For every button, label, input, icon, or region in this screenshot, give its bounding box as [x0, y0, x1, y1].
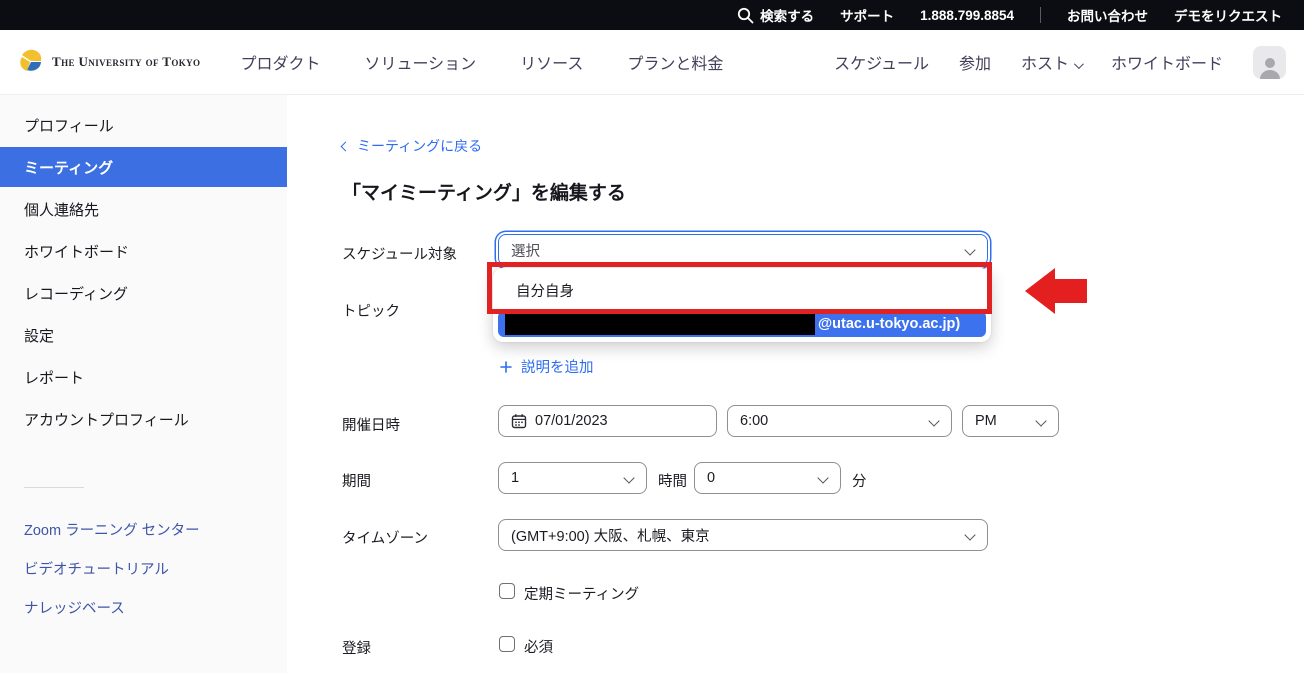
nav-link-resources[interactable]: リソース	[520, 50, 583, 74]
ampm-select[interactable]: PM	[962, 405, 1059, 437]
ampm-value: PM	[975, 413, 997, 429]
person-icon	[1257, 55, 1283, 79]
time-value: 6:00	[740, 413, 768, 429]
registration-label: 登録	[342, 637, 371, 658]
logo-text: The University of Tokyo	[52, 54, 200, 70]
sidebar-link-video-tutorials[interactable]: ビデオチュートリアル	[0, 549, 287, 588]
duration-minutes-select[interactable]: 0	[694, 462, 841, 494]
request-demo-link[interactable]: デモをリクエスト	[1174, 5, 1282, 25]
university-of-tokyo-logo[interactable]: The University of Tokyo	[18, 49, 200, 76]
schedule-for-select[interactable]: 選択	[498, 234, 988, 266]
schedule-for-dropdown-panel: 自分自身 @utac.u-tokyo.ac.jp)	[493, 268, 991, 342]
nav-link-products[interactable]: プロダクト	[240, 50, 320, 74]
sidebar-menu: プロフィール ミーティング 個人連絡先 ホワイトボード レコーディング 設定 レ…	[0, 95, 287, 439]
date-input[interactable]: 07/01/2023	[498, 405, 717, 437]
dropdown-option-email[interactable]: @utac.u-tokyo.ac.jp)	[498, 311, 986, 337]
search-button[interactable]: 検索する	[737, 5, 814, 25]
nav-link-plans[interactable]: プランと料金	[627, 50, 723, 74]
hours-unit-label: 時間	[658, 470, 687, 491]
chevron-down-icon	[817, 472, 828, 483]
main-navbar: The University of Tokyo プロダクト ソリューション リソ…	[0, 30, 1304, 95]
whiteboard-link[interactable]: ホワイトボード	[1111, 50, 1223, 74]
chevron-left-icon	[341, 141, 351, 151]
nav-actions: スケジュール 参加 ホスト ホワイトボード	[834, 46, 1286, 79]
redacted-email	[505, 314, 815, 335]
chevron-down-icon	[623, 472, 634, 483]
chevron-down-icon	[964, 244, 975, 255]
sidebar-item-contacts[interactable]: 個人連絡先	[0, 189, 287, 229]
annotation-red-arrow-icon	[1025, 268, 1087, 314]
dropdown-option-self[interactable]: 自分自身	[493, 270, 991, 310]
registration-required-label: 必須	[524, 636, 553, 657]
topic-label: トピック	[342, 300, 400, 321]
recurring-meeting-label: 定期ミーティング	[524, 583, 639, 604]
duration-hours-select[interactable]: 1	[498, 462, 647, 494]
phone-number[interactable]: 1.888.799.8854	[920, 8, 1014, 23]
user-avatar[interactable]	[1253, 46, 1286, 79]
contact-link[interactable]: お問い合わせ	[1067, 5, 1148, 25]
calendar-icon	[511, 413, 527, 429]
sidebar-item-settings[interactable]: 設定	[0, 315, 287, 355]
chevron-down-icon	[928, 415, 939, 426]
date-value: 07/01/2023	[535, 413, 608, 429]
topbar-divider	[1040, 7, 1041, 23]
sidebar-divider	[24, 487, 84, 488]
nav-link-solutions[interactable]: ソリューション	[364, 50, 476, 74]
email-suffix: @utac.u-tokyo.ac.jp)	[818, 316, 960, 332]
support-link[interactable]: サポート	[840, 5, 894, 25]
schedule-for-placeholder: 選択	[511, 240, 540, 261]
search-icon	[737, 7, 754, 24]
timezone-select[interactable]: (GMT+9:00) 大阪、札幌、東京	[498, 519, 988, 551]
add-description-link[interactable]: 説明を追加	[500, 356, 594, 377]
when-label: 開催日時	[342, 414, 400, 435]
back-link-label: ミーティングに戻る	[357, 136, 482, 156]
sidebar-link-knowledge-base[interactable]: ナレッジベース	[0, 588, 287, 627]
page-title: 「マイミーティング」を編集する	[342, 178, 626, 205]
sidebar-item-whiteboard[interactable]: ホワイトボード	[0, 231, 287, 271]
minutes-unit-label: 分	[852, 470, 867, 491]
recurring-meeting-checkbox[interactable]	[499, 583, 515, 599]
plus-icon	[500, 361, 512, 373]
time-select[interactable]: 6:00	[727, 405, 952, 437]
duration-hours-value: 1	[511, 470, 519, 486]
timezone-label: タイムゾーン	[342, 527, 428, 548]
ginkgo-leaf-icon	[18, 49, 45, 76]
chevron-down-icon	[1035, 415, 1046, 426]
sidebar-link-learning-center[interactable]: Zoom ラーニング センター	[0, 510, 287, 549]
back-to-meetings-link[interactable]: ミーティングに戻る	[342, 136, 482, 156]
registration-required-checkbox[interactable]	[499, 636, 515, 652]
duration-minutes-value: 0	[707, 470, 715, 486]
timezone-value: (GMT+9:00) 大阪、札幌、東京	[511, 525, 710, 546]
chevron-down-icon	[964, 529, 975, 540]
zoom-web-portal-page: 検索する サポート 1.888.799.8854 お問い合わせ デモをリクエスト…	[0, 0, 1304, 673]
sidebar: プロフィール ミーティング 個人連絡先 ホワイトボード レコーディング 設定 レ…	[0, 95, 287, 673]
top-utility-bar: 検索する サポート 1.888.799.8854 お問い合わせ デモをリクエスト	[0, 0, 1304, 30]
sidebar-item-account-profile[interactable]: アカウントプロフィール	[0, 399, 287, 439]
sidebar-item-meetings[interactable]: ミーティング	[0, 147, 287, 187]
duration-label: 期間	[342, 470, 371, 491]
join-link[interactable]: 参加	[959, 50, 991, 74]
search-label: 検索する	[760, 5, 814, 25]
schedule-for-label: スケジュール対象	[342, 243, 457, 264]
host-menu[interactable]: ホスト	[1021, 50, 1081, 74]
sidebar-item-profile[interactable]: プロフィール	[0, 105, 287, 145]
sidebar-item-recordings[interactable]: レコーディング	[0, 273, 287, 313]
chevron-down-icon	[1074, 59, 1084, 69]
add-description-label: 説明を追加	[521, 356, 594, 377]
sidebar-item-reports[interactable]: レポート	[0, 357, 287, 397]
nav-links: プロダクト ソリューション リソース プランと料金	[240, 50, 723, 74]
schedule-link[interactable]: スケジュール	[834, 50, 929, 74]
